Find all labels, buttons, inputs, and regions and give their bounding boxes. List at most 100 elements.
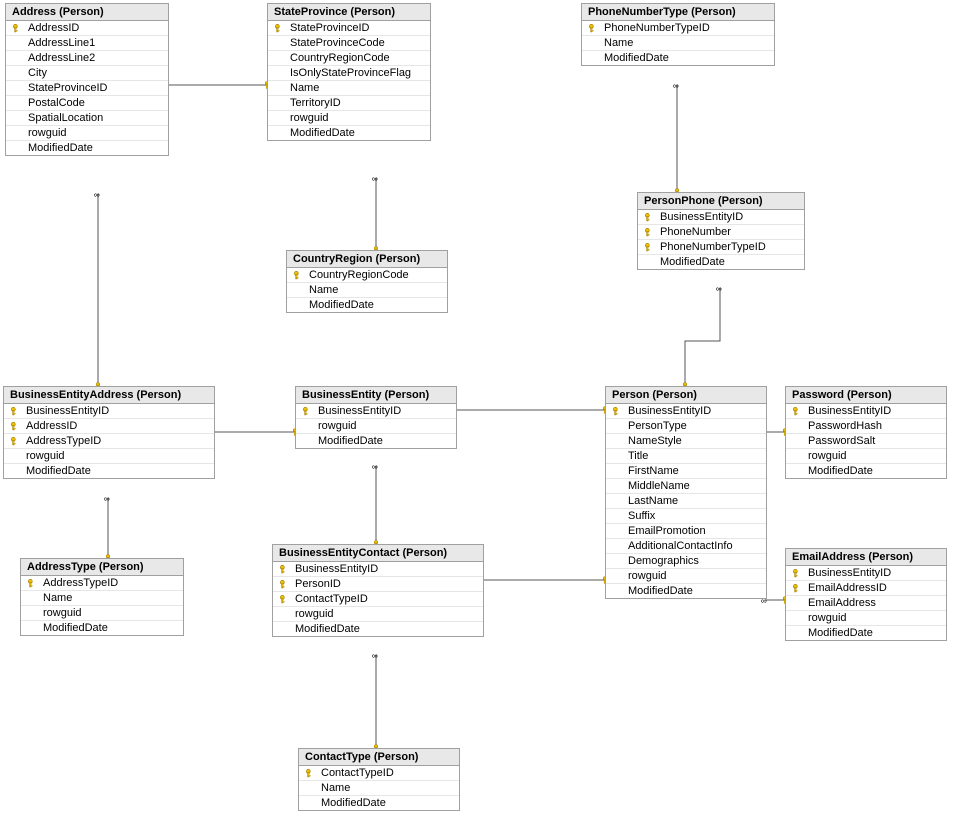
table-header[interactable]: Address (Person) bbox=[6, 4, 168, 21]
column-row[interactable]: ContactTypeID bbox=[299, 766, 459, 781]
column-row[interactable]: rowguid bbox=[296, 419, 456, 434]
primary-key-icon bbox=[10, 22, 24, 34]
column-row[interactable]: PhoneNumberTypeID bbox=[638, 240, 804, 255]
column-row[interactable]: PhoneNumberTypeID bbox=[582, 21, 774, 36]
column-row[interactable]: AdditionalContactInfo bbox=[606, 539, 766, 554]
column-row[interactable]: StateProvinceID bbox=[268, 21, 430, 36]
table-ContactType[interactable]: ContactType (Person)ContactTypeIDNameMod… bbox=[298, 748, 460, 811]
table-BusinessEntity[interactable]: BusinessEntity (Person)BusinessEntityIDr… bbox=[295, 386, 457, 449]
table-header[interactable]: CountryRegion (Person) bbox=[287, 251, 447, 268]
column-row[interactable]: ModifiedDate bbox=[582, 51, 774, 65]
column-row[interactable]: AddressTypeID bbox=[4, 434, 214, 449]
table-StateProvince[interactable]: StateProvince (Person)StateProvinceIDSta… bbox=[267, 3, 431, 141]
table-header[interactable]: Password (Person) bbox=[786, 387, 946, 404]
column-name: AddressTypeID bbox=[43, 577, 118, 589]
column-row[interactable]: Suffix bbox=[606, 509, 766, 524]
column-row[interactable]: rowguid bbox=[606, 569, 766, 584]
table-Address[interactable]: Address (Person)AddressIDAddressLine1Add… bbox=[5, 3, 169, 156]
table-Person[interactable]: Person (Person)BusinessEntityIDPersonTyp… bbox=[605, 386, 767, 599]
column-row[interactable]: rowguid bbox=[786, 611, 946, 626]
column-row[interactable]: AddressTypeID bbox=[21, 576, 183, 591]
column-row[interactable]: ModifiedDate bbox=[296, 434, 456, 448]
column-row[interactable]: BusinessEntityID bbox=[638, 210, 804, 225]
column-row[interactable]: PasswordHash bbox=[786, 419, 946, 434]
column-row[interactable]: PostalCode bbox=[6, 96, 168, 111]
table-EmailAddress[interactable]: EmailAddress (Person)BusinessEntityIDEma… bbox=[785, 548, 947, 641]
column-row[interactable]: StateProvinceID bbox=[6, 81, 168, 96]
column-row[interactable]: Name bbox=[268, 81, 430, 96]
table-header[interactable]: AddressType (Person) bbox=[21, 559, 183, 576]
column-row[interactable]: BusinessEntityID bbox=[4, 404, 214, 419]
table-header[interactable]: PersonPhone (Person) bbox=[638, 193, 804, 210]
table-header[interactable]: BusinessEntityContact (Person) bbox=[273, 545, 483, 562]
column-row[interactable]: ModifiedDate bbox=[299, 796, 459, 810]
column-row[interactable]: rowguid bbox=[6, 126, 168, 141]
table-header[interactable]: Person (Person) bbox=[606, 387, 766, 404]
column-row[interactable]: BusinessEntityID bbox=[606, 404, 766, 419]
column-row[interactable]: rowguid bbox=[268, 111, 430, 126]
table-header[interactable]: BusinessEntityAddress (Person) bbox=[4, 387, 214, 404]
column-row[interactable]: rowguid bbox=[273, 607, 483, 622]
column-row[interactable]: ModifiedDate bbox=[4, 464, 214, 478]
column-row[interactable]: ModifiedDate bbox=[638, 255, 804, 269]
column-row[interactable]: EmailPromotion bbox=[606, 524, 766, 539]
column-row[interactable]: Title bbox=[606, 449, 766, 464]
primary-key-icon bbox=[642, 241, 656, 253]
table-PersonPhone[interactable]: PersonPhone (Person)BusinessEntityIDPhon… bbox=[637, 192, 805, 270]
column-row[interactable]: NameStyle bbox=[606, 434, 766, 449]
column-row[interactable]: ContactTypeID bbox=[273, 592, 483, 607]
column-row[interactable]: ModifiedDate bbox=[268, 126, 430, 140]
table-BusinessEntityContact[interactable]: BusinessEntityContact (Person)BusinessEn… bbox=[272, 544, 484, 637]
column-row[interactable]: AddressLine2 bbox=[6, 51, 168, 66]
column-row[interactable]: Name bbox=[582, 36, 774, 51]
table-BusinessEntityAddress[interactable]: BusinessEntityAddress (Person)BusinessEn… bbox=[3, 386, 215, 479]
column-row[interactable]: Name bbox=[21, 591, 183, 606]
column-row[interactable]: PersonID bbox=[273, 577, 483, 592]
column-row[interactable]: BusinessEntityID bbox=[273, 562, 483, 577]
column-row[interactable]: rowguid bbox=[4, 449, 214, 464]
column-row[interactable]: AddressID bbox=[6, 21, 168, 36]
table-header[interactable]: EmailAddress (Person) bbox=[786, 549, 946, 566]
column-row[interactable]: ModifiedDate bbox=[287, 298, 447, 312]
table-PhoneNumberType[interactable]: PhoneNumberType (Person)PhoneNumberTypeI… bbox=[581, 3, 775, 66]
column-row[interactable]: PersonType bbox=[606, 419, 766, 434]
column-row[interactable]: ModifiedDate bbox=[21, 621, 183, 635]
column-row[interactable]: FirstName bbox=[606, 464, 766, 479]
table-CountryRegion[interactable]: CountryRegion (Person)CountryRegionCodeN… bbox=[286, 250, 448, 313]
column-row[interactable]: rowguid bbox=[786, 449, 946, 464]
column-row[interactable]: AddressID bbox=[4, 419, 214, 434]
table-AddressType[interactable]: AddressType (Person)AddressTypeID Namerow… bbox=[20, 558, 184, 636]
column-row[interactable]: CountryRegionCode bbox=[287, 268, 447, 283]
table-Password[interactable]: Password (Person)BusinessEntityIDPasswor… bbox=[785, 386, 947, 479]
column-row[interactable]: CountryRegionCode bbox=[268, 51, 430, 66]
primary-key-icon bbox=[586, 22, 600, 34]
column-row[interactable]: EmailAddressID bbox=[786, 581, 946, 596]
column-row[interactable]: ModifiedDate bbox=[273, 622, 483, 636]
column-row[interactable]: EmailAddress bbox=[786, 596, 946, 611]
table-header[interactable]: StateProvince (Person) bbox=[268, 4, 430, 21]
column-row[interactable]: ModifiedDate bbox=[786, 464, 946, 478]
table-header[interactable]: ContactType (Person) bbox=[299, 749, 459, 766]
column-row[interactable]: LastName bbox=[606, 494, 766, 509]
column-row[interactable]: BusinessEntityID bbox=[296, 404, 456, 419]
column-row[interactable]: ModifiedDate bbox=[6, 141, 168, 155]
column-row[interactable]: BusinessEntityID bbox=[786, 566, 946, 581]
column-row[interactable]: TerritoryID bbox=[268, 96, 430, 111]
column-row[interactable]: City bbox=[6, 66, 168, 81]
column-row[interactable]: ModifiedDate bbox=[786, 626, 946, 640]
column-row[interactable]: Demographics bbox=[606, 554, 766, 569]
column-row[interactable]: Name bbox=[287, 283, 447, 298]
column-row[interactable]: rowguid bbox=[21, 606, 183, 621]
column-row[interactable]: PhoneNumber bbox=[638, 225, 804, 240]
column-row[interactable]: BusinessEntityID bbox=[786, 404, 946, 419]
column-row[interactable]: ModifiedDate bbox=[606, 584, 766, 598]
table-header[interactable]: PhoneNumberType (Person) bbox=[582, 4, 774, 21]
column-row[interactable]: IsOnlyStateProvinceFlag bbox=[268, 66, 430, 81]
column-row[interactable]: AddressLine1 bbox=[6, 36, 168, 51]
column-row[interactable]: MiddleName bbox=[606, 479, 766, 494]
table-header[interactable]: BusinessEntity (Person) bbox=[296, 387, 456, 404]
column-row[interactable]: Name bbox=[299, 781, 459, 796]
column-row[interactable]: PasswordSalt bbox=[786, 434, 946, 449]
column-row[interactable]: SpatialLocation bbox=[6, 111, 168, 126]
column-row[interactable]: StateProvinceCode bbox=[268, 36, 430, 51]
